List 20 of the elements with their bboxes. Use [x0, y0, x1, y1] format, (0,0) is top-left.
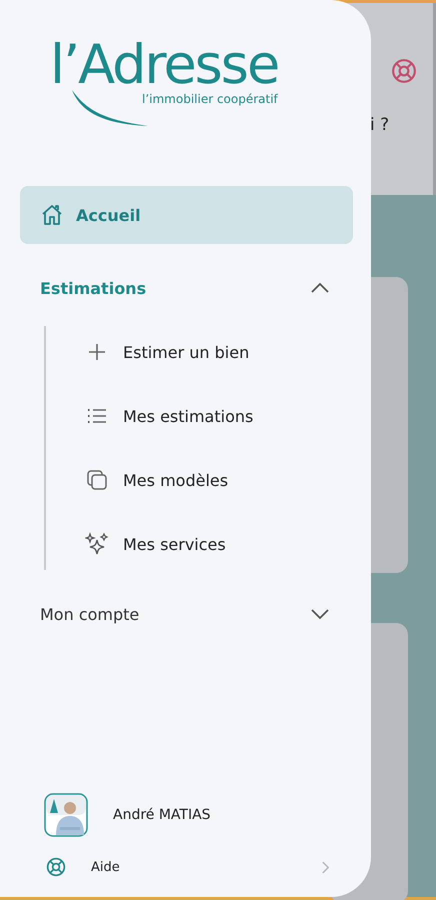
logo-tagline: l’immobilier coopératif	[142, 92, 278, 106]
chevron-right-icon	[321, 860, 330, 874]
sparkles-icon	[85, 532, 109, 556]
submenu-item[interactable]: Mes estimations	[46, 398, 353, 434]
copies-icon	[85, 468, 109, 492]
menu-item[interactable]: Accueil	[20, 186, 353, 244]
chevron-up-icon	[310, 282, 330, 294]
submenu-item[interactable]: Mes services	[46, 526, 353, 562]
header-text: i ?	[370, 115, 390, 135]
submenu-item[interactable]: Estimer un bien	[46, 334, 353, 370]
chevron-down-icon	[310, 608, 330, 620]
user-name[interactable]: André MATIAS	[113, 807, 211, 823]
home-icon	[40, 203, 64, 227]
section-header[interactable]: Mon compte	[20, 592, 353, 636]
section-header[interactable]: Estimations	[20, 266, 353, 310]
help-item[interactable]: Aide	[20, 849, 353, 885]
lifebuoy-icon	[46, 857, 66, 877]
submenu-item[interactable]: Mes modèles	[46, 462, 353, 498]
lifebuoy-icon[interactable]	[391, 58, 417, 84]
logo-wordmark: l’Adresse	[50, 38, 278, 92]
